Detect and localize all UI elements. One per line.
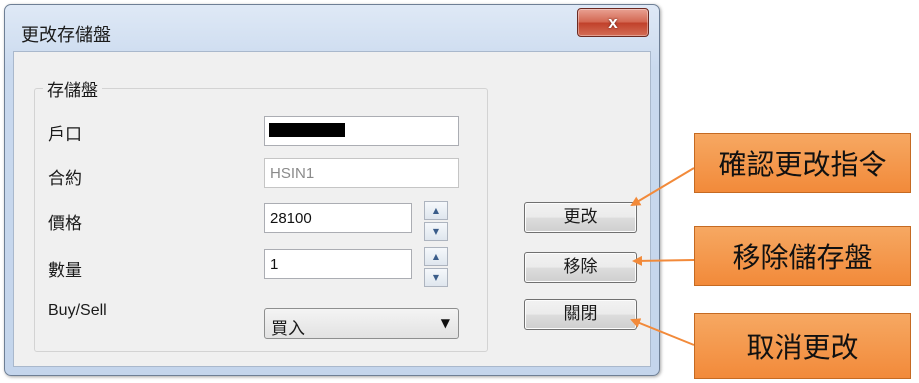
callout-remove-stored: 移除儲存盤: [694, 226, 911, 286]
callout-confirm-change: 確認更改指令: [694, 133, 911, 193]
callout-arrow-remove: [632, 255, 695, 266]
callout-arrow-cancel: [630, 318, 695, 346]
callout-cancel-change: 取消更改: [694, 313, 911, 379]
callout-arrow-confirm: [630, 167, 695, 207]
